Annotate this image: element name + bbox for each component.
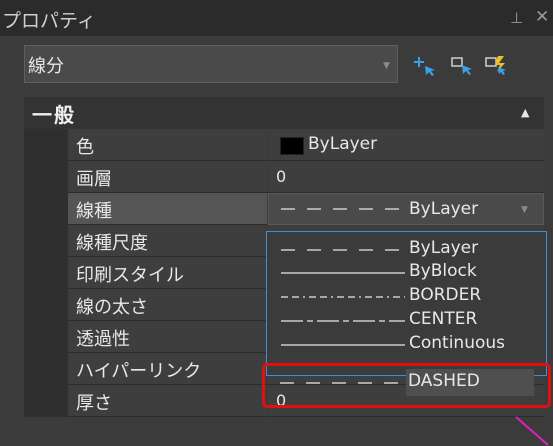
property-value-text: 0 [276, 167, 287, 186]
collapse-icon[interactable]: ▲ [521, 106, 529, 119]
panel-titlebar: プロパティ ⊥ ✕ [0, 0, 553, 36]
property-name: 厚さ [68, 385, 267, 417]
property-value[interactable]: ByLayer [268, 129, 544, 161]
property-label: 透過性 [76, 329, 130, 350]
close-icon[interactable]: ✕ [535, 7, 549, 27]
linetype-pattern [281, 296, 405, 298]
panel-title: プロパティ [2, 10, 96, 32]
color-swatch [280, 137, 304, 155]
property-label: ハイパーリンク [76, 361, 202, 382]
property-value-text: ByLayer [308, 134, 378, 154]
linetype-option-center[interactable]: CENTER [267, 307, 546, 334]
linetype-preview [281, 208, 405, 210]
linetype-combobox[interactable]: ByLayer ▼ [268, 193, 544, 225]
row-gutter [24, 257, 68, 289]
chevron-down-icon: ▼ [383, 61, 390, 71]
category-general[interactable]: 一般 ▲ [24, 97, 544, 129]
property-value[interactable]: 0 [268, 161, 544, 193]
linetype-option-name: CENTER [409, 309, 478, 329]
linetype-option-border[interactable]: BORDER [267, 283, 546, 310]
object-type-value: 線分 [28, 56, 64, 77]
property-name: 画層 [68, 161, 267, 193]
annotation-marker-line [515, 416, 549, 446]
annotation-highlight-box [262, 363, 551, 408]
property-name: 色 [68, 129, 267, 161]
select-objects-icon[interactable] [450, 54, 476, 76]
property-label: 画層 [76, 169, 112, 190]
linetype-option-name: ByBlock [409, 261, 477, 281]
linetype-value: ByLayer [409, 199, 479, 219]
object-type-dropdown[interactable]: 線分 ▼ [24, 45, 398, 83]
linetype-pattern [281, 344, 405, 346]
property-name: ハイパーリンク [68, 353, 267, 385]
property-name: 線種 [68, 193, 267, 225]
property-name: 透過性 [68, 321, 267, 353]
row-gutter [24, 193, 68, 225]
row-gutter [24, 289, 68, 321]
property-name: 線種尺度 [68, 225, 267, 257]
property-label: 線種尺度 [76, 233, 148, 254]
linetype-option-name: BORDER [409, 285, 482, 305]
property-label: 線種 [76, 201, 112, 222]
property-name: 線の太さ [68, 289, 267, 321]
property-label: 厚さ [76, 393, 112, 414]
property-row-linetype[interactable]: 線種 ByLayer ▼ [24, 193, 544, 225]
row-gutter [24, 321, 68, 353]
quick-select-icon[interactable] [484, 54, 510, 76]
linetype-option-name: Continuous [409, 333, 506, 353]
chevron-down-icon: ▼ [521, 205, 528, 215]
linetype-option-name: ByLayer [409, 238, 479, 258]
row-gutter [24, 385, 68, 417]
linetype-option-continuous[interactable]: Continuous [267, 331, 546, 358]
property-name: 印刷スタイル [68, 257, 267, 289]
property-label: 色 [76, 137, 94, 158]
row-gutter [24, 129, 68, 161]
linetype-pattern [281, 320, 405, 322]
pin-icon[interactable]: ⊥ [510, 9, 523, 27]
property-label: 印刷スタイル [76, 265, 184, 286]
linetype-pattern [281, 272, 405, 274]
linetype-option-byblock[interactable]: ByBlock [267, 259, 546, 286]
property-row-layer[interactable]: 画層 0 [24, 161, 544, 193]
property-label: 線の太さ [76, 297, 148, 318]
property-row-color[interactable]: 色 ByLayer [24, 129, 544, 161]
row-gutter [24, 225, 68, 257]
row-gutter [24, 161, 68, 193]
category-label: 一般 [32, 103, 76, 127]
add-to-selection-icon[interactable] [412, 54, 438, 76]
linetype-dropdown-list: ByLayer ByBlock BORDER CENTER Continuous [266, 231, 547, 376]
row-gutter [24, 353, 68, 385]
